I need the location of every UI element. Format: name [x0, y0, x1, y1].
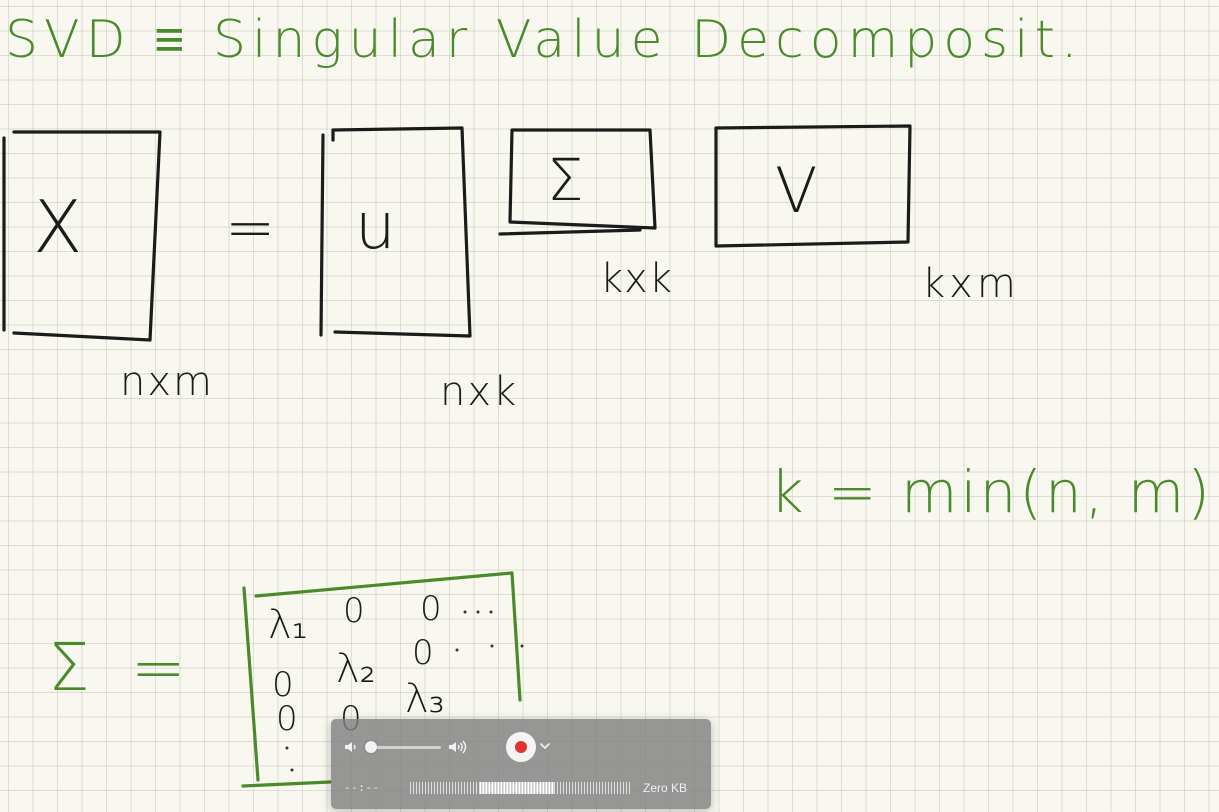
sigma-entry-r3c3: λ₃ — [405, 676, 445, 722]
chevron-down-icon[interactable] — [538, 739, 552, 753]
dim-v-label: kxm — [922, 261, 1020, 307]
sigma-entry-r2c3: 0 — [412, 633, 434, 673]
matrix-sigma-label: Σ — [547, 146, 584, 214]
volume-slider-knob[interactable] — [364, 740, 377, 753]
dim-u-label: nxk — [440, 369, 518, 415]
audio-level-meter — [410, 782, 632, 794]
audio-level-active — [480, 782, 555, 794]
k-formula: k = min(n, m) — [770, 458, 1213, 526]
handwriting-layer: SVD ≡ Singular Value Decomposit. X = u Σ… — [2, 10, 1213, 788]
sigma-entry-r1c3: 0 — [420, 589, 442, 629]
sigma-definition-lhs: Σ = — [48, 629, 196, 706]
record-button[interactable] — [506, 732, 536, 762]
sigma-entry-r1c2: 0 — [343, 591, 365, 631]
recording-time: --:-- — [344, 781, 380, 794]
sigma-entry-r2c2: λ₂ — [336, 646, 376, 692]
sigma-entry-r3c1: 0 — [276, 699, 298, 739]
file-size: Zero KB — [643, 781, 688, 795]
sigma-entry-r1c1: λ₁ — [268, 602, 308, 648]
volume-slider[interactable] — [364, 740, 441, 753]
dim-sigma-label: kxk — [600, 256, 673, 302]
record-icon — [515, 741, 527, 753]
volume-control — [343, 737, 469, 757]
equals-sign: = — [225, 193, 275, 263]
speaker-high-icon — [449, 740, 467, 754]
screen-recording-panel: --:-- Zero KB — [331, 719, 711, 809]
speaker-low-icon — [345, 742, 356, 752]
whiteboard-canvas: SVD ≡ Singular Value Decomposit. X = u Σ… — [0, 0, 1219, 812]
matrix-x-label: X — [33, 185, 82, 269]
matrix-v-label: V — [775, 154, 817, 227]
matrix-u-label: u — [355, 190, 396, 264]
dim-x-label: nxm — [120, 359, 214, 405]
title-text: SVD ≡ Singular Value Decomposit. — [5, 10, 1084, 70]
